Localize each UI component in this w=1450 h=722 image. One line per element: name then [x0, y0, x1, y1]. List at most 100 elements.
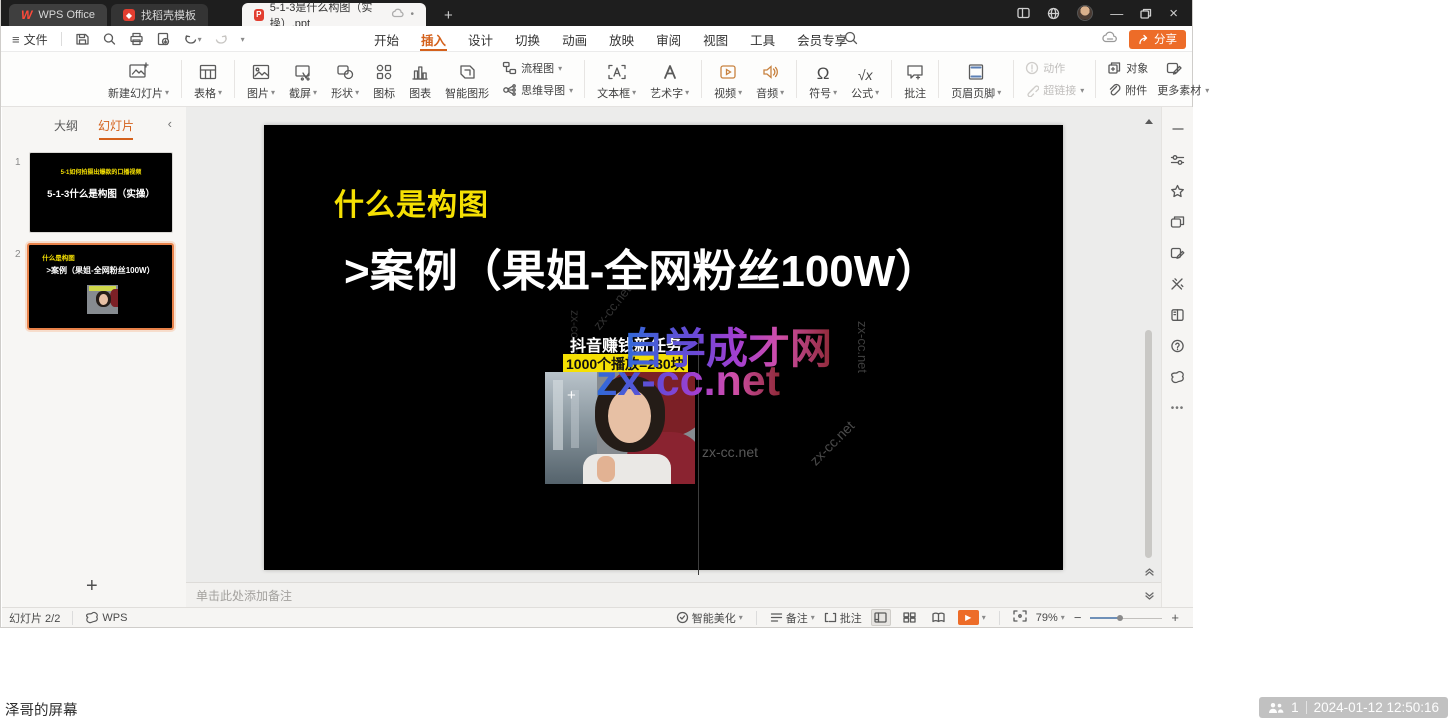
customize-toolbar-button[interactable]: ▾ [238, 28, 248, 50]
textbox-button[interactable]: 文本框▾ [590, 58, 643, 101]
tab-wps-office[interactable]: W WPS Office [9, 4, 107, 26]
share-label: 分享 [1154, 31, 1177, 47]
symbol-button[interactable]: Ω 符号▾ [802, 58, 844, 101]
share-button[interactable]: 分享 [1129, 30, 1186, 49]
collapse-panel-button[interactable]: ‹ [168, 116, 172, 131]
new-slide-button[interactable]: 新建幻灯片▾ [101, 58, 176, 101]
slide-title-text[interactable]: >案例（果姐-全网粉丝100W） [344, 235, 939, 299]
action-button-disabled[interactable]: 动作 [1025, 60, 1084, 76]
add-slide-button[interactable]: + [80, 575, 104, 598]
save-button[interactable] [72, 28, 93, 50]
tab-label: 找稻壳模板 [141, 7, 196, 23]
tools-icon[interactable] [1170, 276, 1185, 292]
slide-editor[interactable]: 什么是构图 >案例（果姐-全网粉丝100W） 抖音赚钱新任务 1000个播放=2… [264, 125, 1063, 570]
chart-button[interactable]: 图表 [402, 58, 438, 101]
cloud-status-icon[interactable] [1101, 30, 1119, 49]
material-edit-icon[interactable] [1170, 245, 1185, 261]
header-footer-button[interactable]: 页眉页脚▾ [944, 58, 1008, 101]
print-button[interactable] [126, 28, 147, 50]
notes-toggle-button[interactable]: 备注 ▾ [770, 610, 815, 626]
audio-button[interactable]: 音频▾ [749, 58, 791, 101]
table-button[interactable]: 表格▾ [187, 58, 229, 101]
tab-insert[interactable]: 插入 [410, 26, 457, 52]
more-assets-button[interactable]: 更多素材▾ [1157, 82, 1209, 98]
split-view-icon[interactable] [1017, 7, 1030, 19]
help-icon[interactable] [1170, 338, 1185, 354]
smart-graphic-button[interactable]: 智能图形 [438, 58, 496, 101]
object-button[interactable]: 对象 [1107, 60, 1148, 76]
tab-tools[interactable]: 工具 [739, 26, 786, 52]
slide-sorter-view-button[interactable] [900, 609, 920, 626]
new-tab-button[interactable]: + [438, 4, 459, 26]
menubar: ≡ 文件 ▾ ▾ 开始 插入 设计 切换 动画 [1, 26, 1192, 52]
tab-review[interactable]: 审阅 [645, 26, 692, 52]
undo-button[interactable]: ▾ [180, 28, 205, 50]
wps-sticker-icon[interactable] [1170, 369, 1185, 385]
table-icon [198, 58, 218, 82]
zoom-in-button[interactable]: + [1171, 610, 1179, 625]
ribbon-label: 图表 [409, 85, 431, 101]
user-avatar[interactable] [1077, 5, 1093, 21]
tab-animation[interactable]: 动画 [551, 26, 598, 52]
previous-slide-button[interactable] [1145, 563, 1154, 581]
tab-transition[interactable]: 切换 [504, 26, 551, 52]
tab-outline[interactable]: 大纲 [54, 117, 78, 140]
screenshot-button[interactable]: 截屏▾ [282, 58, 324, 101]
picture-button[interactable]: 图片▾ [240, 58, 282, 101]
reading-view-button[interactable] [929, 609, 949, 626]
comment-toggle-button[interactable]: 批注 [824, 610, 862, 626]
smart-beautify-button[interactable]: 智能美化 ▾ [676, 610, 743, 626]
redo-button[interactable] [211, 28, 232, 50]
normal-view-button[interactable] [871, 609, 891, 626]
comment-button[interactable]: 批注 [897, 58, 933, 101]
formula-button[interactable]: √x 公式▾ [844, 58, 886, 101]
properties-icon[interactable] [1170, 152, 1185, 168]
tab-slides[interactable]: 幻灯片 [98, 117, 134, 140]
restore-button[interactable] [1140, 8, 1152, 19]
slide-heading-text[interactable]: 什么是构图 [334, 180, 489, 224]
fit-to-window-button[interactable] [1013, 610, 1027, 625]
ribbon-separator [891, 60, 892, 98]
favorites-star-icon[interactable] [1170, 183, 1185, 199]
flowchart-button[interactable]: 流程图▾ [502, 60, 573, 76]
export-button[interactable] [153, 28, 174, 50]
zoom-out-button[interactable]: − [1074, 610, 1082, 625]
print-preview-button[interactable] [99, 28, 120, 50]
video-button[interactable]: 视频▾ [707, 58, 749, 101]
notes-area[interactable]: 单击此处添加备注 [186, 582, 1161, 607]
mindmap-button[interactable]: 思维导图▾ [502, 82, 573, 98]
shapes-button[interactable]: 形状▾ [324, 58, 366, 101]
wordart-button[interactable]: 艺术字▾ [643, 58, 696, 101]
scrollbar-thumb[interactable] [1145, 330, 1152, 558]
close-button[interactable]: × [1169, 6, 1178, 21]
scroll-up-icon[interactable] [1145, 111, 1153, 129]
zoom-slider-handle[interactable] [1117, 615, 1123, 621]
vertical-scrollbar[interactable] [1143, 111, 1155, 582]
slide-thumbnail-2-selected[interactable]: 什么是构图 >案例（果姐-全网粉丝100W） [27, 243, 174, 330]
search-icon[interactable] [843, 30, 859, 51]
tab-slideshow[interactable]: 放映 [598, 26, 645, 52]
collapse-sidebar-icon[interactable] [1172, 121, 1184, 137]
ribbon-label: 思维导图 [521, 82, 565, 98]
asset-editor-icon[interactable] [1166, 61, 1182, 75]
globe-icon[interactable] [1047, 7, 1060, 20]
layers-icon[interactable] [1170, 214, 1185, 230]
attachment-button[interactable]: 附件 [1107, 82, 1147, 98]
zoom-slider[interactable] [1090, 612, 1162, 624]
wps-hotkey-badge[interactable]: WPS [85, 611, 127, 624]
tab-template-store[interactable]: ◆ 找稻壳模板 [111, 4, 208, 26]
file-menu-button[interactable]: ≡ 文件 [9, 28, 51, 50]
tab-home[interactable]: 开始 [363, 26, 410, 52]
tab-document[interactable]: P 5-1-3是什么构图（实操）.ppt • [242, 3, 426, 26]
tab-view[interactable]: 视图 [692, 26, 739, 52]
hyperlink-button-disabled[interactable]: 超链接▾ [1025, 82, 1084, 98]
slideshow-play-button[interactable]: ▶ ▾ [958, 610, 986, 625]
slide-thumbnail-1[interactable]: 5-1如何拍摄出爆款的口播视频 5-1-3什么是构图（实操） [29, 152, 173, 233]
next-slide-button[interactable] [1145, 587, 1154, 605]
minimize-button[interactable]: — [1110, 7, 1123, 20]
zoom-percentage[interactable]: 79% ▾ [1036, 612, 1065, 624]
tab-design[interactable]: 设计 [457, 26, 504, 52]
notebook-icon[interactable] [1170, 307, 1185, 323]
more-options-icon[interactable]: ••• [1171, 400, 1185, 416]
icons-button[interactable]: 图标 [366, 58, 402, 101]
